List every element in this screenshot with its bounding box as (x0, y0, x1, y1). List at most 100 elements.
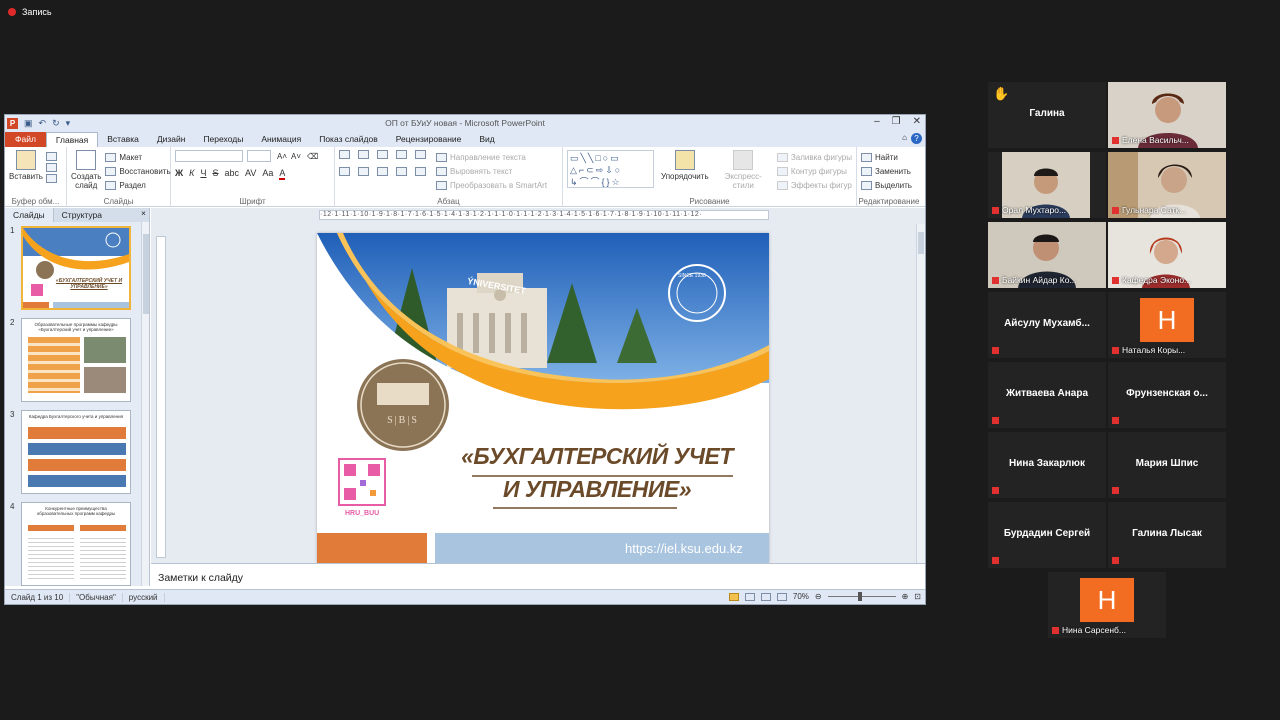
zoom-level[interactable]: 70% (793, 592, 809, 601)
scroll-thumb[interactable] (143, 234, 149, 314)
current-slide[interactable]: ÝNIVERSITET SINCE 1938 S|B|S HRU_BUU «БУ… (317, 233, 769, 563)
decrease-indent-icon[interactable] (377, 150, 388, 159)
redo-icon[interactable]: ↻ (52, 118, 60, 129)
save-icon[interactable]: ▣ (24, 118, 33, 129)
align-right-icon[interactable] (377, 167, 388, 176)
section-button[interactable]: Раздел (105, 178, 170, 192)
reading-view-icon[interactable] (760, 592, 771, 601)
minimize-icon[interactable]: – (874, 116, 880, 127)
zoom-out-icon[interactable]: ⊖ (815, 592, 822, 601)
participant-tile[interactable]: Бурдадин Сергей (988, 502, 1106, 568)
smartart-button[interactable]: Преобразовать в SmartArt (436, 178, 547, 192)
text-direction-button[interactable]: Направление текста (436, 150, 547, 164)
participant-tile[interactable]: Гульнара Сатк... (1108, 152, 1226, 218)
zoom-in-icon[interactable]: ⊕ (902, 592, 909, 601)
editing-vertical-scrollbar[interactable] (916, 224, 925, 563)
participant-tile[interactable]: Фрунзенская о... (1108, 362, 1226, 428)
shadow-button[interactable]: abc (224, 168, 239, 180)
fit-slide-icon[interactable]: ⊡ (914, 592, 921, 601)
slides-pane-scrollbar[interactable] (141, 222, 149, 586)
shape-outline-button[interactable]: Контур фигуры (776, 164, 852, 178)
tab-view[interactable]: Вид (470, 132, 503, 147)
slideshow-view-icon[interactable] (776, 592, 787, 601)
spacing-button[interactable]: AV (245, 168, 256, 180)
justify-icon[interactable] (396, 167, 407, 176)
align-text-button[interactable]: Выровнять текст (436, 164, 547, 178)
strikethrough-button[interactable]: S (212, 168, 218, 180)
tab-outline-pane[interactable]: Структура (54, 208, 110, 222)
tab-home[interactable]: Главная (45, 132, 99, 147)
grow-font-icon[interactable]: A˄ (277, 152, 287, 161)
participant-tile[interactable]: Кафедра Эконо... (1108, 222, 1226, 288)
tab-design[interactable]: Дизайн (148, 132, 195, 147)
underline-button[interactable]: Ч (200, 168, 206, 180)
notes-pane[interactable]: Заметки к слайду (151, 563, 925, 591)
slide-thumbnail-2[interactable]: 2 Образовательные программы кафедры «Бух… (7, 318, 139, 406)
tab-animations[interactable]: Анимация (252, 132, 310, 147)
normal-view-icon[interactable] (728, 592, 739, 601)
quick-styles-button[interactable]: Экспресс-стили (716, 150, 771, 192)
participant-tile[interactable]: Житваева Анара (988, 362, 1106, 428)
paste-button[interactable]: Вставить (9, 150, 43, 183)
shrink-font-icon[interactable]: A˅ (291, 152, 301, 161)
shape-fill-button[interactable]: Заливка фигуры (776, 150, 852, 164)
reset-button[interactable]: Восстановить (105, 164, 171, 178)
font-color-button[interactable]: A (279, 168, 286, 180)
slide-thumbnail-4[interactable]: 4 Конкурентные преимущества образователь… (7, 502, 139, 590)
columns-icon[interactable] (415, 167, 426, 176)
sorter-view-icon[interactable] (744, 592, 755, 601)
scroll-thumb[interactable] (918, 232, 924, 254)
participant-tile[interactable]: Нина Закарлюк (988, 432, 1106, 498)
tab-transitions[interactable]: Переходы (194, 132, 252, 147)
tab-review[interactable]: Рецензирование (387, 132, 471, 147)
close-pane-icon[interactable]: × (141, 208, 146, 218)
participant-tile[interactable]: Мария Шпис (1108, 432, 1226, 498)
align-left-icon[interactable] (339, 167, 350, 176)
participant-tile[interactable]: Галина Лысак (1108, 502, 1226, 568)
participant-tile[interactable]: ✋ Галина (988, 82, 1106, 148)
find-button[interactable]: Найти (861, 150, 917, 164)
tab-insert[interactable]: Вставка (98, 132, 148, 147)
replace-button[interactable]: Заменить (861, 164, 917, 178)
participant-tile[interactable]: Айсулу Мухамб... (988, 292, 1106, 358)
undo-icon[interactable]: ↶ (39, 118, 47, 129)
ribbon-collapse-icon[interactable]: ⌂ (902, 133, 907, 144)
shapes-gallery[interactable]: ▭╲╲□○▭ △⌐⊂⇨⇩○ ↳⌒⌒{}☆ (567, 150, 655, 188)
align-center-icon[interactable] (358, 167, 369, 176)
participant-tile[interactable]: Н Наталья Коры... (1108, 292, 1226, 358)
slide-thumbnail-3[interactable]: 3 Кафедра Бухгалтерского учета и управле… (7, 410, 139, 498)
format-painter-icon[interactable] (46, 174, 57, 183)
tab-slides-pane[interactable]: Слайды (5, 208, 54, 222)
zoom-slider[interactable] (827, 592, 896, 601)
powerpoint-icon[interactable]: P (7, 117, 18, 129)
participant-tile[interactable]: Елена Васильч... (1108, 82, 1226, 148)
clear-format-icon[interactable]: ⌫ (307, 152, 318, 161)
copy-icon[interactable] (46, 163, 57, 172)
italic-button[interactable]: К (189, 168, 194, 180)
help-icon[interactable]: ? (911, 133, 922, 144)
new-slide-button[interactable]: Создать слайд (71, 150, 101, 192)
tab-file[interactable]: Файл (5, 132, 46, 147)
close-icon[interactable]: ✕ (913, 116, 921, 127)
numbering-icon[interactable] (358, 150, 369, 159)
language[interactable]: русский (123, 592, 165, 602)
participant-tile[interactable]: Н Нина Сарсенб... (1048, 572, 1166, 638)
tab-slideshow[interactable]: Показ слайдов (310, 132, 387, 147)
participant-tile[interactable]: Орал Мухтаро... (988, 152, 1106, 218)
layout-button[interactable]: Макет (105, 150, 170, 164)
restore-icon[interactable]: ❐ (892, 116, 901, 127)
select-button[interactable]: Выделить (861, 178, 917, 192)
participant-tile-active-speaker[interactable]: Байкин Айдар Ко... (988, 222, 1106, 288)
bold-button[interactable]: Ж (175, 168, 183, 180)
font-name-select[interactable] (175, 150, 243, 162)
arrange-button[interactable]: Упорядочить (660, 150, 709, 192)
bullets-icon[interactable] (339, 150, 350, 159)
line-spacing-icon[interactable] (415, 150, 426, 159)
slide-thumbnail-1[interactable]: 1 «БУХГАЛТЕРСКИЙ УЧЕТ И УПРАВЛЕНИЕ» (7, 226, 139, 314)
customize-qa-icon[interactable]: ▾ (66, 118, 71, 129)
cut-icon[interactable] (46, 152, 57, 161)
font-size-select[interactable] (247, 150, 271, 162)
increase-indent-icon[interactable] (396, 150, 407, 159)
change-case-button[interactable]: Aa (262, 168, 273, 180)
shape-effects-button[interactable]: Эффекты фигур (776, 178, 852, 192)
